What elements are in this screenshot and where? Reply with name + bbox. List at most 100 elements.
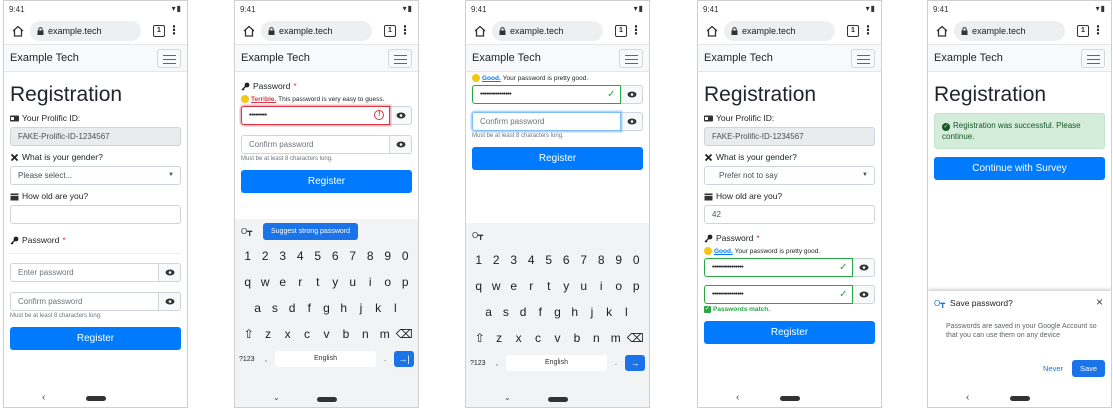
- key[interactable]: l: [387, 301, 404, 315]
- key[interactable]: a: [249, 301, 266, 315]
- key[interactable]: q: [470, 279, 488, 293]
- key[interactable]: m: [375, 327, 394, 341]
- address-bar[interactable]: example.tech: [724, 21, 835, 41]
- back-icon[interactable]: ‹: [42, 392, 45, 403]
- tab-switcher-button[interactable]: 1: [384, 25, 396, 37]
- key[interactable]: b: [567, 331, 586, 345]
- site-brand[interactable]: Example Tech: [934, 52, 1003, 64]
- address-bar[interactable]: example.tech: [492, 21, 603, 41]
- key[interactable]: g: [549, 305, 566, 319]
- key[interactable]: 4: [523, 253, 541, 267]
- register-button[interactable]: Register: [241, 170, 412, 193]
- toggle-password-button[interactable]: [621, 85, 643, 104]
- home-icon[interactable]: [705, 24, 719, 38]
- key-icon[interactable]: O┳: [472, 231, 483, 240]
- comma-key[interactable]: ,: [496, 360, 498, 367]
- symbols-key[interactable]: ?123: [470, 360, 496, 367]
- toggle-confirm-button[interactable]: [390, 135, 412, 154]
- hide-keyboard-icon[interactable]: ⌄: [273, 393, 280, 402]
- key[interactable]: f: [532, 305, 549, 319]
- toggle-password-button[interactable]: [159, 263, 181, 282]
- shift-icon[interactable]: ⇧: [470, 331, 489, 345]
- key[interactable]: p: [628, 279, 646, 293]
- period-key[interactable]: .: [384, 356, 386, 363]
- key[interactable]: e: [274, 275, 292, 289]
- symbols-key[interactable]: ?123: [239, 356, 265, 363]
- confirm-password-input[interactable]: Confirm password: [472, 112, 621, 131]
- key[interactable]: i: [362, 275, 380, 289]
- key[interactable]: m: [606, 331, 625, 345]
- key[interactable]: k: [370, 301, 387, 315]
- key[interactable]: 4: [292, 249, 310, 263]
- tab-switcher-button[interactable]: 1: [1077, 25, 1089, 37]
- key[interactable]: w: [257, 275, 275, 289]
- home-icon[interactable]: [242, 24, 256, 38]
- backspace-icon[interactable]: ⌫: [395, 327, 414, 341]
- key[interactable]: 6: [327, 249, 345, 263]
- age-input[interactable]: [10, 205, 181, 224]
- next-key-icon[interactable]: →|: [394, 351, 414, 367]
- address-bar[interactable]: example.tech: [261, 21, 372, 41]
- key[interactable]: c: [528, 331, 547, 345]
- next-key-icon[interactable]: →: [625, 355, 645, 371]
- kebab-menu-icon[interactable]: ⋮: [630, 24, 642, 36]
- key[interactable]: 1: [239, 249, 257, 263]
- key[interactable]: z: [258, 327, 277, 341]
- key[interactable]: j: [583, 305, 600, 319]
- key[interactable]: u: [344, 275, 362, 289]
- period-key[interactable]: .: [615, 360, 617, 367]
- key[interactable]: 8: [593, 253, 611, 267]
- hamburger-icon[interactable]: [1081, 49, 1105, 68]
- key[interactable]: b: [336, 327, 355, 341]
- tab-switcher-button[interactable]: 1: [847, 25, 859, 37]
- key[interactable]: y: [327, 275, 345, 289]
- key[interactable]: 2: [257, 249, 275, 263]
- site-brand[interactable]: Example Tech: [704, 52, 773, 64]
- key[interactable]: c: [297, 327, 316, 341]
- space-key[interactable]: English: [274, 351, 377, 367]
- key[interactable]: q: [239, 275, 257, 289]
- home-pill-icon[interactable]: [317, 397, 337, 402]
- space-key[interactable]: English: [505, 355, 608, 371]
- register-button[interactable]: Register: [472, 147, 643, 170]
- gender-select[interactable]: Please select... ▼: [10, 166, 181, 185]
- toggle-password-button[interactable]: [853, 258, 875, 277]
- toggle-confirm-button[interactable]: [159, 292, 181, 311]
- key[interactable]: s: [497, 305, 514, 319]
- home-pill-icon[interactable]: [1010, 396, 1030, 401]
- back-icon[interactable]: ‹: [966, 392, 969, 403]
- key[interactable]: t: [309, 275, 327, 289]
- tab-switcher-button[interactable]: 1: [615, 25, 627, 37]
- backspace-icon[interactable]: ⌫: [626, 331, 645, 345]
- key[interactable]: s: [266, 301, 283, 315]
- site-brand[interactable]: Example Tech: [10, 52, 79, 64]
- register-button[interactable]: Register: [704, 321, 875, 344]
- back-icon[interactable]: ‹: [736, 392, 739, 403]
- key[interactable]: 7: [575, 253, 593, 267]
- password-input[interactable]: •••••••••••••••• ✓: [704, 258, 853, 277]
- home-icon[interactable]: [11, 24, 25, 38]
- key[interactable]: a: [480, 305, 497, 319]
- home-icon[interactable]: [473, 24, 487, 38]
- key[interactable]: 5: [540, 253, 558, 267]
- hamburger-icon[interactable]: [388, 49, 412, 68]
- continue-survey-button[interactable]: Continue with Survey: [934, 157, 1105, 180]
- gender-select[interactable]: Prefer not to say ▼: [704, 166, 875, 185]
- kebab-menu-icon[interactable]: ⋮: [1092, 24, 1104, 36]
- site-brand[interactable]: Example Tech: [241, 52, 310, 64]
- close-icon[interactable]: ×: [1096, 295, 1103, 309]
- key[interactable]: n: [587, 331, 606, 345]
- key[interactable]: h: [335, 301, 352, 315]
- key[interactable]: 3: [274, 249, 292, 263]
- password-input[interactable]: Enter password: [10, 263, 159, 282]
- key[interactable]: x: [278, 327, 297, 341]
- tab-switcher-button[interactable]: 1: [153, 25, 165, 37]
- key[interactable]: f: [301, 301, 318, 315]
- confirm-password-input[interactable]: Confirm password: [10, 292, 159, 311]
- hamburger-icon[interactable]: [157, 49, 181, 68]
- key[interactable]: r: [292, 275, 310, 289]
- hide-keyboard-icon[interactable]: ⌄: [504, 393, 511, 402]
- kebab-menu-icon[interactable]: ⋮: [862, 24, 874, 36]
- key[interactable]: 2: [488, 253, 506, 267]
- key[interactable]: 9: [379, 249, 397, 263]
